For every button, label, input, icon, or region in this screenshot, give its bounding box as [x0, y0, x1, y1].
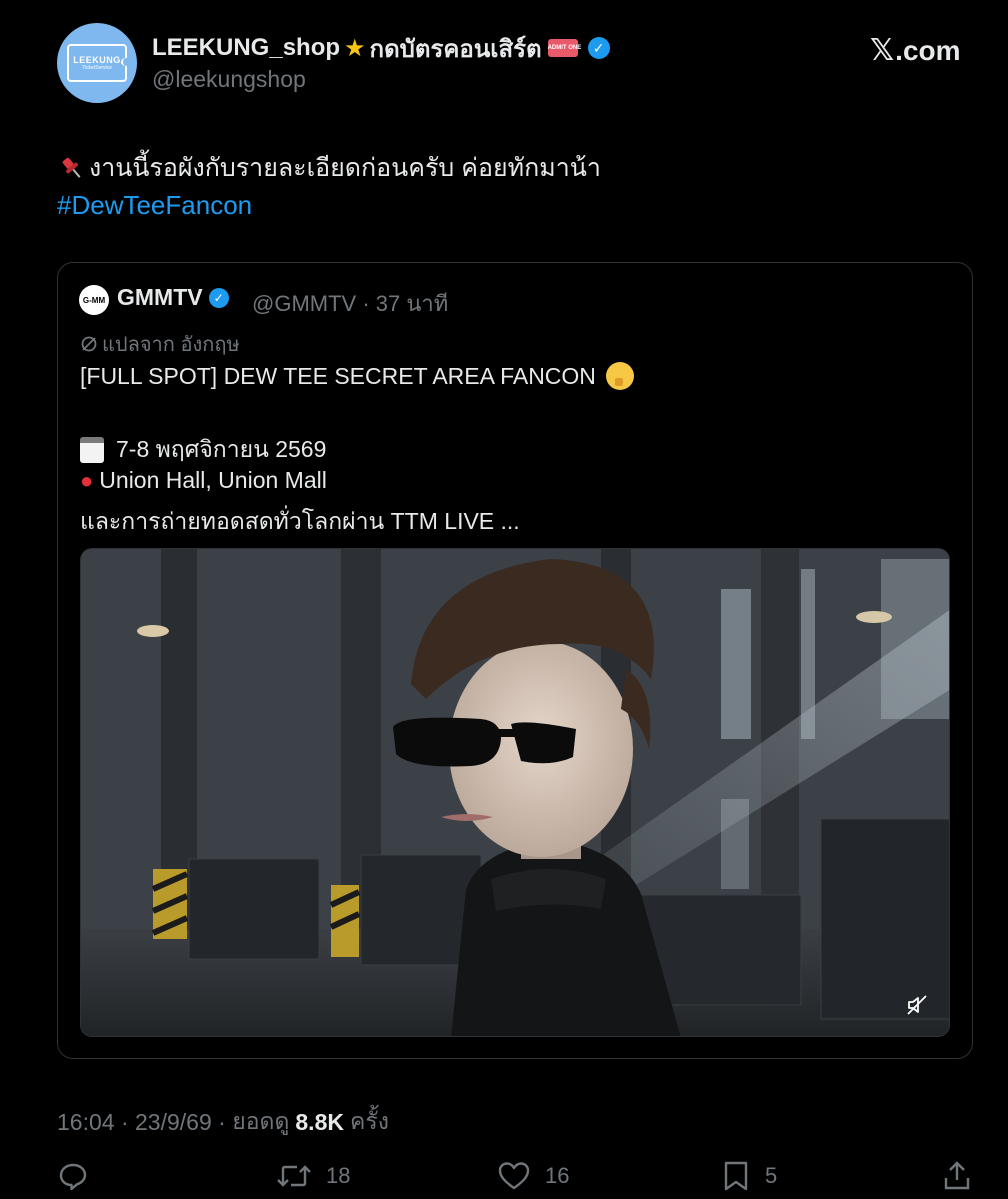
- pin-icon: [62, 157, 81, 178]
- reply-icon: [59, 1163, 87, 1191]
- calendar-icon: [80, 437, 104, 463]
- ticket-icon: ADMIT ONE: [547, 39, 581, 57]
- star-icon: ★: [344, 34, 366, 62]
- views-count[interactable]: 8.8K: [295, 1109, 344, 1136]
- author-display-name[interactable]: LEEKUNG_shop ★ กดบัตรคอนเสิร์ต ADMIT ONE…: [152, 33, 610, 63]
- like-icon: [498, 1162, 530, 1190]
- tweet-text-content: งานนี้รอผังกับรายละเอียดก่อนครับ ค่อยทัก…: [89, 154, 601, 182]
- quoted-author-handle[interactable]: @GMMTV: [252, 291, 356, 316]
- translate-icon: [81, 336, 97, 352]
- author-name-suffix[interactable]: กดบัตรคอนเสิร์ต: [370, 29, 542, 68]
- tweet-date[interactable]: 23/9/69: [135, 1109, 212, 1136]
- bookmark-icon: [724, 1161, 748, 1191]
- quoted-line-3: ● Union Hall, Union Mall: [80, 467, 327, 494]
- views-suffix: ครั้ง: [349, 1108, 389, 1134]
- x-logo[interactable]: 𝕏 .com: [870, 33, 961, 68]
- author-handle[interactable]: @leekungshop: [152, 66, 306, 93]
- author-name[interactable]: LEEKUNG_shop: [152, 34, 340, 62]
- ticket-logo-icon: LEEKUNG TicketService: [67, 44, 131, 82]
- quoted-line-4: และการถ่ายทอดสดทั่วโลกผ่าน TTM LIVE ...: [80, 504, 520, 540]
- meta-separator: ·: [362, 291, 370, 316]
- quoted-time[interactable]: 37 นาที: [376, 291, 448, 316]
- quoted-author-avatar[interactable]: G-MM: [79, 285, 109, 315]
- quoted-author-name[interactable]: GMMTV: [117, 284, 203, 311]
- mute-icon[interactable]: [905, 993, 929, 1017]
- quoted-line-4-text: และการถ่ายทอดสดทั่วโลกผ่าน TTM LIVE ...: [80, 508, 520, 534]
- tweet-timestamp-row: 16:04 · 23/9/69 · ยอดดู 8.8K ครั้ง: [57, 1104, 389, 1140]
- share-icon: [944, 1161, 970, 1190]
- translate-notice[interactable]: แปลจาก อังกฤษ: [80, 328, 240, 360]
- translate-label: แปลจาก อังกฤษ: [102, 334, 240, 356]
- time-separator: ·: [114, 1108, 136, 1135]
- shushing-face-icon: [605, 362, 634, 390]
- site-label: .com: [895, 34, 961, 66]
- tweet-time[interactable]: 16:04: [57, 1109, 115, 1136]
- quoted-avatar-text: G-MM: [82, 295, 106, 305]
- author-avatar[interactable]: LEEKUNG TicketService: [57, 23, 137, 103]
- avatar-logo-text: LEEKUNG: [73, 54, 121, 65]
- quoted-line-2: 7-8 พฤศจิกายน 2569: [80, 432, 326, 468]
- location-pin-icon: ●: [80, 467, 94, 493]
- quoted-line-1: [FULL SPOT] DEW TEE SECRET AREA FANCON: [80, 362, 634, 390]
- share-button[interactable]: [941, 1158, 973, 1194]
- bookmark-button[interactable]: 5: [721, 1158, 777, 1194]
- like-count: 16: [545, 1163, 570, 1188]
- date-separator: ·: [211, 1108, 233, 1135]
- video-scene-illustration: [81, 549, 949, 1036]
- verified-icon: ✓: [587, 37, 610, 59]
- quoted-meta: @GMMTV · 37 นาที: [252, 286, 448, 321]
- avatar-logo-subtext: TicketService: [82, 64, 112, 71]
- quoted-author-name-row[interactable]: GMMTV ✓: [117, 284, 229, 311]
- quoted-line-3-text: Union Hall, Union Mall: [99, 467, 327, 493]
- verified-icon: ✓: [208, 287, 229, 308]
- quoted-line-1-text: [FULL SPOT] DEW TEE SECRET AREA FANCON: [80, 362, 596, 389]
- tweet-text: งานนี้รอผังกับรายละเอียดก่อนครับ ค่อยทัก…: [57, 148, 601, 188]
- reply-button[interactable]: [57, 1158, 89, 1194]
- retweet-icon: [277, 1165, 311, 1187]
- video-thumbnail[interactable]: [80, 548, 950, 1037]
- retweet-button[interactable]: 18: [276, 1158, 350, 1194]
- x-icon: 𝕏: [870, 33, 895, 68]
- views-label: ยอดดู: [232, 1108, 290, 1134]
- bookmark-count: 5: [765, 1163, 778, 1188]
- quoted-line-2-text: 7-8 พฤศจิกายน 2569: [116, 436, 327, 462]
- retweet-count: 18: [326, 1163, 351, 1188]
- like-button[interactable]: 16: [497, 1158, 569, 1194]
- hashtag-link[interactable]: #DewTeeFancon: [57, 190, 252, 221]
